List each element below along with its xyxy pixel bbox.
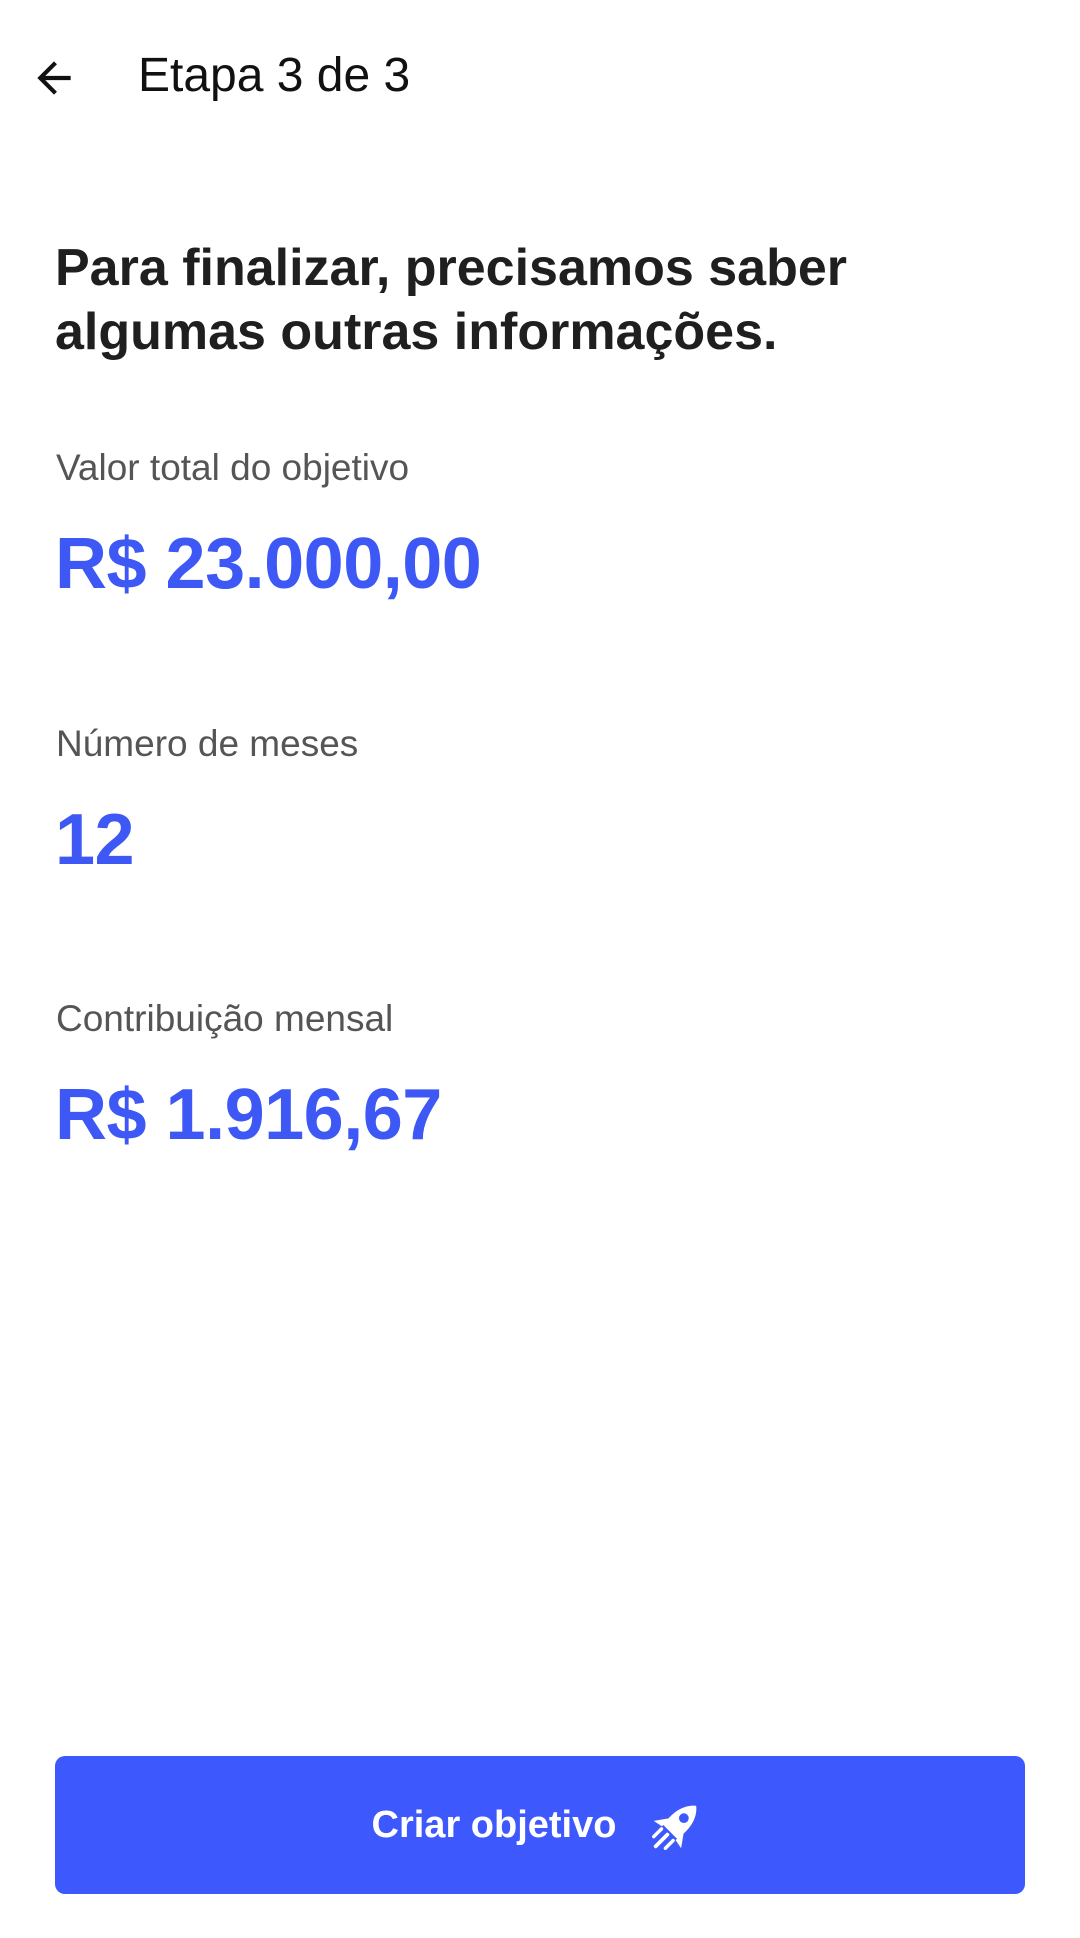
total-value-amount[interactable]: R$ 23.000,00 [55,522,482,606]
arrow-left-icon [37,61,71,95]
page-title: Etapa 3 de 3 [138,49,411,102]
total-value-label: Valor total do objetivo [56,447,410,488]
app-bar: Etapa 3 de 3 [0,0,1080,156]
rocket-icon [652,1805,697,1850]
create-goal-button[interactable]: Criar objetivo [55,1756,1025,1894]
months-value[interactable]: 12 [55,798,135,882]
back-button[interactable] [18,34,90,122]
headline: Para finalizar, precisamos saber algumas… [55,239,847,361]
months-label: Número de meses [56,723,359,764]
monthly-contribution-label: Contribuição mensal [56,998,394,1039]
create-goal-button-label: Criar objetivo [371,1803,617,1846]
monthly-contribution-value: R$ 1.916,67 [55,1075,442,1155]
